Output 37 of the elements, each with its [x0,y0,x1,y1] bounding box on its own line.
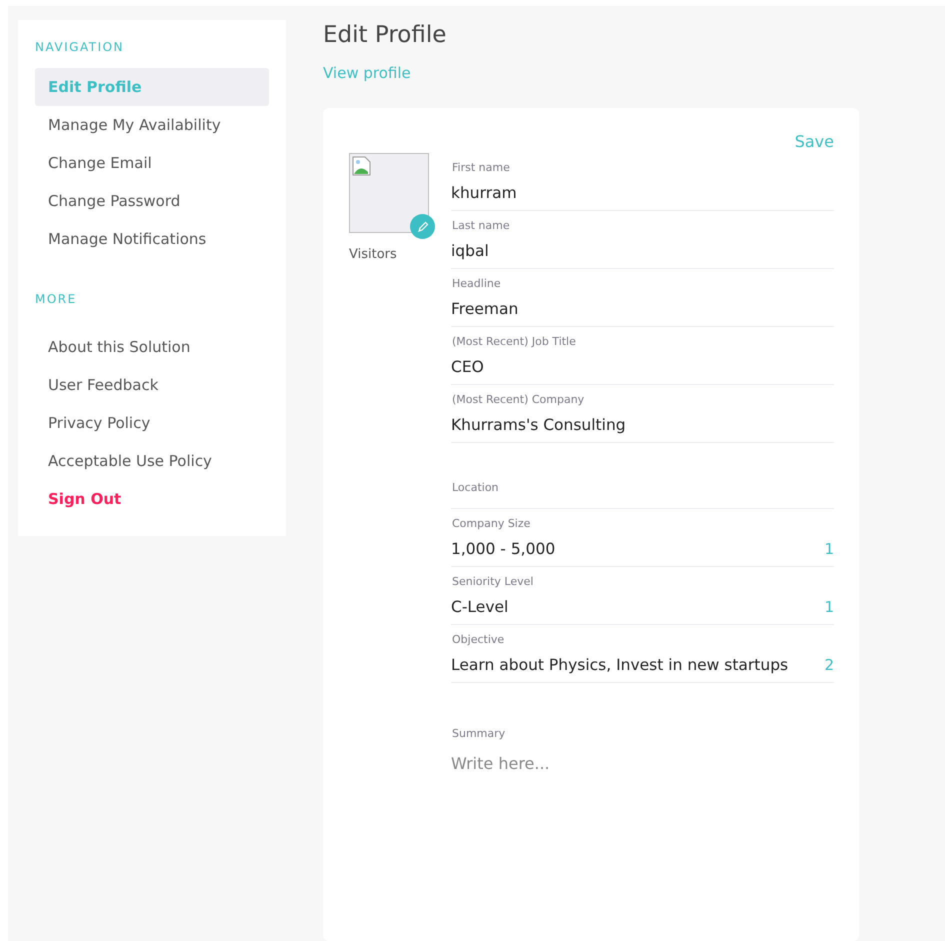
field-value[interactable]: Learn about Physics, Invest in new startups [451,656,788,674]
field-label: Company Size [451,517,530,530]
field-value[interactable]: khurram [451,184,517,202]
selection-count: 1 [824,540,834,558]
sidebar-item[interactable]: Change Password [35,182,269,220]
section-heading: NAVIGATION [35,40,126,54]
field-label: Last name [451,219,510,232]
avatar-caption: Visitors [349,247,398,262]
sign-out-link[interactable]: Sign Out [35,480,269,518]
page-title: Edit Profile [323,21,448,50]
field-label: Headline [451,277,501,290]
field-label: (Most Recent) Company [451,393,584,406]
field-value[interactable]: CEO [451,358,484,376]
field-value[interactable]: Freeman [451,300,518,318]
field-label: Objective [451,633,504,646]
field-value[interactable]: C-Level [451,598,508,616]
edit-avatar-button[interactable] [410,214,435,239]
field-value[interactable]: iqbal [451,242,489,260]
sidebar-item[interactable]: About this Solution [35,328,269,366]
field-label: Summary [451,727,506,740]
field-value[interactable]: 1,000 - 5,000 [451,540,556,558]
field-label: Seniority Level [451,575,534,588]
sidebar-item[interactable]: Change Email [35,144,269,182]
sidebar-item[interactable]: Privacy Policy [35,404,269,442]
field-label: (Most Recent) Job Title [451,335,576,348]
sidebar-item[interactable]: Manage Notifications [35,220,269,258]
selection-count: 1 [824,598,834,616]
sidebar-item[interactable]: Acceptable Use Policy [35,442,269,480]
sidebar-item[interactable]: User Feedback [35,366,269,404]
pencil-icon [416,220,428,232]
sidebar-item[interactable]: Manage My Availability [35,106,269,144]
field-label: First name [451,161,510,174]
selection-count: 2 [824,656,834,674]
broken-image-icon [352,156,372,176]
field-label: Location [451,481,499,494]
section-heading: MORE [35,292,78,306]
field-value[interactable]: Khurrams's Consulting [451,416,626,434]
